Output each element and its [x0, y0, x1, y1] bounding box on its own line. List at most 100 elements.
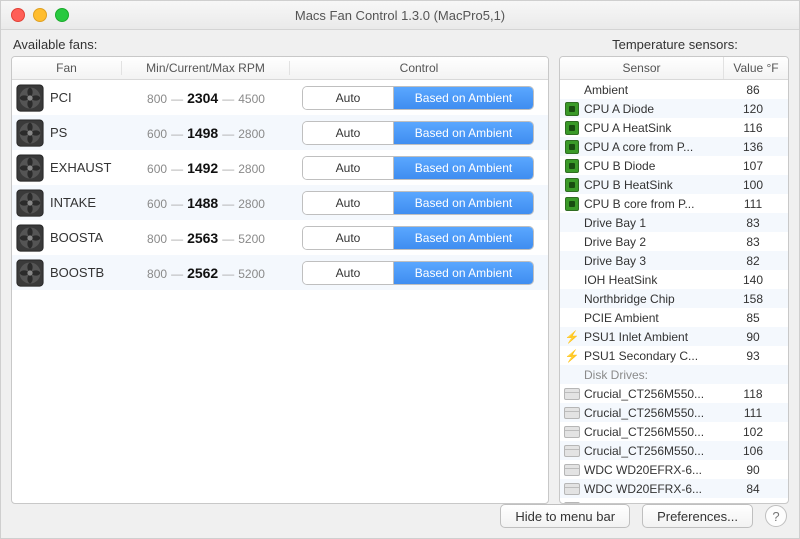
- fan-name: BOOSTA: [50, 230, 122, 245]
- sensor-row[interactable]: ⚡PSU1 Inlet Ambient90: [560, 327, 788, 346]
- disk-drive-icon: [564, 483, 580, 495]
- fan-control-auto[interactable]: Auto: [303, 192, 394, 214]
- sensor-value: 136: [724, 140, 788, 154]
- sensor-value: 85: [724, 311, 788, 325]
- close-window-button[interactable]: [11, 8, 25, 22]
- fan-rpm: 600—1498—2800: [122, 125, 290, 141]
- fan-row[interactable]: BOOSTB800—2562—5200 AutoBased on Ambient: [12, 255, 548, 290]
- app-window: Macs Fan Control 1.3.0 (MacPro5,1) Avail…: [0, 0, 800, 539]
- disk-drive-icon: [564, 464, 580, 476]
- sensor-value: 84: [724, 482, 788, 496]
- value-col-header[interactable]: Value °F: [724, 57, 788, 79]
- sensor-value: 102: [724, 425, 788, 439]
- sensor-name: Crucial_CT256M550...: [584, 387, 724, 401]
- sensor-name: PCIE Ambient: [584, 311, 724, 325]
- sensor-name: Crucial_CT256M550...: [584, 444, 724, 458]
- fan-control-auto[interactable]: Auto: [303, 262, 394, 284]
- fan-control-segmented[interactable]: AutoBased on Ambient: [302, 121, 534, 145]
- sensor-value: 118: [724, 387, 788, 401]
- sensor-name: CPU B HeatSink: [584, 178, 724, 192]
- control-col-header[interactable]: Control: [290, 61, 548, 75]
- preferences-button[interactable]: Preferences...: [642, 504, 753, 528]
- fan-control-segmented[interactable]: AutoBased on Ambient: [302, 226, 534, 250]
- fan-control-based-on-ambient[interactable]: Based on Ambient: [394, 87, 533, 109]
- fan-row[interactable]: EXHAUST600—1492—2800AutoBased on Ambient: [12, 150, 548, 185]
- help-button[interactable]: ?: [765, 505, 787, 527]
- sensor-name: CPU A core from P...: [584, 140, 724, 154]
- sensor-name: Drive Bay 1: [584, 216, 724, 230]
- fan-control-segmented[interactable]: AutoBased on Ambient: [302, 86, 534, 110]
- sensor-name: CPU A HeatSink: [584, 121, 724, 135]
- sensor-row[interactable]: IOH HeatSink140: [560, 270, 788, 289]
- cpu-chip-icon: [565, 102, 579, 116]
- sensor-row[interactable]: Drive Bay 283: [560, 232, 788, 251]
- fan-row[interactable]: INTAKE600—1488—2800AutoBased on Ambient: [12, 185, 548, 220]
- fan-control-based-on-ambient[interactable]: Based on Ambient: [394, 262, 533, 284]
- fan-control-auto[interactable]: Auto: [303, 122, 394, 144]
- sensor-row[interactable]: Crucial_CT256M550...111: [560, 403, 788, 422]
- sensor-row[interactable]: CPU B Diode107: [560, 156, 788, 175]
- sensor-row[interactable]: Drive Bay 382: [560, 251, 788, 270]
- sensor-value: 111: [724, 406, 788, 420]
- fan-control-auto[interactable]: Auto: [303, 227, 394, 249]
- minimize-window-button[interactable]: [33, 8, 47, 22]
- sensor-row[interactable]: CPU A core from P...136: [560, 137, 788, 156]
- sensor-name: CPU B core from P...: [584, 197, 724, 211]
- sensor-row[interactable]: WDC WD20EFRX-6...90: [560, 460, 788, 479]
- window-title: Macs Fan Control 1.3.0 (MacPro5,1): [1, 8, 799, 23]
- fan-control-segmented[interactable]: AutoBased on Ambient: [302, 156, 534, 180]
- fan-rpm: 800—2304—4500: [122, 90, 290, 106]
- fan-icon: [16, 224, 44, 252]
- sensor-row[interactable]: CPU A Diode120: [560, 99, 788, 118]
- disk-drive-icon: [564, 388, 580, 400]
- fan-row[interactable]: BOOSTA800—2563—5200AutoBased on Ambient: [12, 220, 548, 255]
- fan-icon: [16, 84, 44, 112]
- fan-control-based-on-ambient[interactable]: Based on Ambient: [394, 227, 533, 249]
- fan-control-based-on-ambient[interactable]: Based on Ambient: [394, 157, 533, 179]
- fan-row[interactable]: PCI800—2304—4500AutoBased on Ambient: [12, 80, 548, 115]
- sensor-row[interactable]: CPU B HeatSink100: [560, 175, 788, 194]
- sensor-row[interactable]: Northbridge Chip158: [560, 289, 788, 308]
- sensor-name: PSU1 Secondary C...: [584, 349, 724, 363]
- sensor-value: 120: [724, 102, 788, 116]
- fan-name: PS: [50, 125, 122, 140]
- sensor-value: 93: [724, 349, 788, 363]
- sensor-value: 100: [724, 178, 788, 192]
- fans-panel: Fan Min/Current/Max RPM Control PCI800—2…: [11, 56, 549, 504]
- sensor-value: 106: [724, 444, 788, 458]
- fan-name: INTAKE: [50, 195, 122, 210]
- fan-control-segmented[interactable]: AutoBased on Ambient: [302, 191, 534, 215]
- fan-control-based-on-ambient[interactable]: Based on Ambient: [394, 192, 533, 214]
- fan-control-segmented[interactable]: AutoBased on Ambient: [302, 261, 534, 285]
- sensor-row[interactable]: ⚡PSU1 Secondary C...93: [560, 346, 788, 365]
- sensor-name: Crucial_CT256M550...: [584, 406, 724, 420]
- sensor-value: 90: [724, 330, 788, 344]
- fan-control-auto[interactable]: Auto: [303, 87, 394, 109]
- sensor-row[interactable]: Drive Bay 183: [560, 213, 788, 232]
- sensor-row[interactable]: Ambient86: [560, 80, 788, 99]
- sensor-row[interactable]: Crucial_CT256M550...102: [560, 422, 788, 441]
- fan-control-based-on-ambient[interactable]: Based on Ambient: [394, 122, 533, 144]
- hide-to-menubar-button[interactable]: Hide to menu bar: [500, 504, 630, 528]
- sensor-row[interactable]: WDC WD30EFRX-6...88: [560, 498, 788, 503]
- fan-icon: [16, 259, 44, 287]
- sensor-row[interactable]: WDC WD20EFRX-6...84: [560, 479, 788, 498]
- fan-name: BOOSTB: [50, 265, 122, 280]
- sensor-row[interactable]: Crucial_CT256M550...106: [560, 441, 788, 460]
- fan-rpm: 800—2562—5200: [122, 265, 290, 281]
- sensor-name: WDC WD30EFRX-6...: [584, 501, 724, 504]
- fan-control-auto[interactable]: Auto: [303, 157, 394, 179]
- fan-row[interactable]: PS600—1498—2800 AutoBased on Ambient: [12, 115, 548, 150]
- sensor-value: 83: [724, 216, 788, 230]
- zoom-window-button[interactable]: [55, 8, 69, 22]
- sensor-row[interactable]: PCIE Ambient85: [560, 308, 788, 327]
- fan-col-header[interactable]: Fan: [12, 61, 122, 75]
- rpm-col-header[interactable]: Min/Current/Max RPM: [122, 61, 290, 75]
- disk-drive-icon: [564, 502, 580, 504]
- sensor-row[interactable]: CPU B core from P...111: [560, 194, 788, 213]
- sensor-row[interactable]: CPU A HeatSink116: [560, 118, 788, 137]
- sensor-col-header[interactable]: Sensor: [560, 57, 724, 79]
- fan-rpm: 600—1492—2800: [122, 160, 290, 176]
- sensor-value: 88: [724, 501, 788, 504]
- sensor-row[interactable]: Crucial_CT256M550...118: [560, 384, 788, 403]
